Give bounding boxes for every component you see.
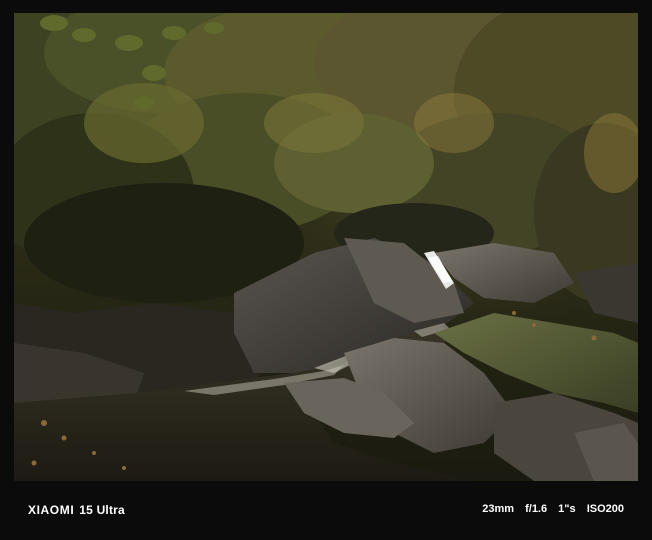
aperture: f/1.6 — [525, 503, 548, 515]
camera-model: 15 Ultra — [79, 503, 125, 517]
focal-length: 23mm — [482, 503, 515, 515]
photo-frame: XIAOMI 15 Ultra 23mm f/1.6 1"s ISO200 — [0, 0, 652, 540]
photo-illustration — [14, 13, 638, 481]
caption-bar: XIAOMI 15 Ultra 23mm f/1.6 1"s ISO200 — [0, 481, 652, 540]
camera-branding: XIAOMI 15 Ultra — [28, 503, 125, 517]
brand-logo: XIAOMI — [28, 503, 75, 517]
exif-info: 23mm f/1.6 1"s ISO200 — [482, 503, 624, 515]
iso: ISO200 — [586, 503, 624, 515]
forest-stream-photo — [14, 13, 638, 481]
shutter-speed: 1"s — [558, 503, 576, 515]
